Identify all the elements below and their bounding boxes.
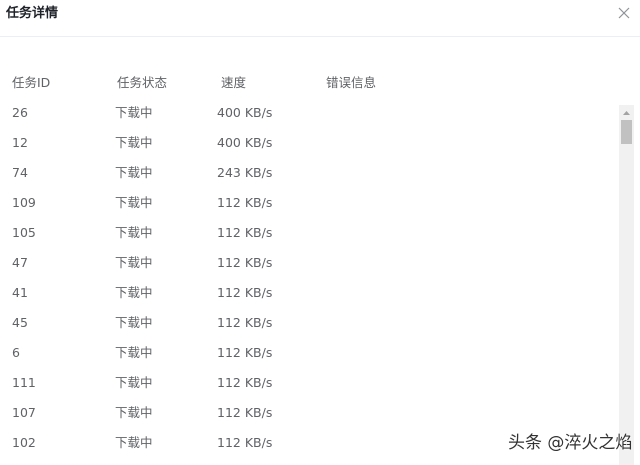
speed-cell: 112 KB/s — [217, 285, 273, 300]
vertical-scrollbar[interactable] — [619, 105, 634, 465]
watermark: 头条 @淬火之焰 — [508, 433, 633, 453]
task-id-cell: 111 — [12, 375, 36, 390]
task-status-cell: 下载中 — [115, 435, 153, 450]
column-header-speed: 速度 — [221, 75, 247, 90]
scroll-up-button[interactable] — [619, 105, 634, 119]
task-id-cell: 47 — [12, 255, 28, 270]
table-row[interactable]: 41 下载中 112 KB/s — [0, 278, 610, 308]
speed-cell: 112 KB/s — [217, 195, 273, 210]
column-header-task-id: 任务ID — [12, 75, 51, 90]
task-id-cell: 45 — [12, 315, 28, 330]
table-row[interactable]: 47 下载中 112 KB/s — [0, 248, 610, 278]
task-id-cell: 74 — [12, 165, 28, 180]
column-header-task-status: 任务状态 — [117, 75, 168, 90]
close-button[interactable] — [617, 6, 631, 20]
table-row[interactable]: 105 下载中 112 KB/s — [0, 218, 610, 248]
speed-cell: 112 KB/s — [217, 375, 273, 390]
scroll-up-arrow-icon — [623, 111, 630, 115]
speed-cell: 400 KB/s — [217, 105, 273, 120]
task-status-cell: 下载中 — [115, 165, 153, 180]
speed-cell: 112 KB/s — [217, 405, 273, 420]
table-row[interactable]: 111 下载中 112 KB/s — [0, 368, 610, 398]
task-status-cell: 下载中 — [115, 225, 153, 240]
task-id-cell: 109 — [12, 195, 36, 210]
task-status-cell: 下载中 — [115, 375, 153, 390]
task-status-cell: 下载中 — [115, 105, 153, 120]
speed-cell: 112 KB/s — [217, 345, 273, 360]
speed-cell: 400 KB/s — [217, 135, 273, 150]
table-row[interactable]: 107 下载中 112 KB/s — [0, 398, 610, 428]
speed-cell: 112 KB/s — [217, 225, 273, 240]
table-row[interactable]: 12 下载中 400 KB/s — [0, 128, 610, 158]
dialog-header: 任务详情 — [0, 0, 640, 37]
task-status-cell: 下载中 — [115, 315, 153, 330]
task-id-cell: 26 — [12, 105, 28, 120]
task-status-cell: 下载中 — [115, 345, 153, 360]
task-id-cell: 105 — [12, 225, 36, 240]
task-detail-dialog: 任务详情 任务ID 任务状态 速度 错误信息 26 下载中 400 KB/s 12 下载… — [0, 0, 640, 465]
task-status-cell: 下载中 — [115, 195, 153, 210]
column-header-error-info: 错误信息 — [326, 75, 377, 90]
table-row[interactable]: 109 下载中 112 KB/s — [0, 188, 610, 218]
table-row[interactable]: 45 下载中 112 KB/s — [0, 308, 610, 338]
speed-cell: 243 KB/s — [217, 165, 273, 180]
table-row[interactable]: 74 下载中 243 KB/s — [0, 158, 610, 188]
scrollbar-thumb[interactable] — [621, 120, 632, 144]
speed-cell: 112 KB/s — [217, 435, 273, 450]
speed-cell: 112 KB/s — [217, 315, 273, 330]
task-id-cell: 41 — [12, 285, 28, 300]
table-row[interactable]: 6 下载中 112 KB/s — [0, 338, 610, 368]
task-status-cell: 下载中 — [115, 135, 153, 150]
close-icon — [618, 7, 630, 19]
table-row[interactable]: 26 下载中 400 KB/s — [0, 98, 610, 128]
task-id-cell: 12 — [12, 135, 28, 150]
task-id-cell: 6 — [12, 345, 20, 360]
speed-cell: 112 KB/s — [217, 255, 273, 270]
dialog-title: 任务详情 — [6, 6, 59, 21]
task-id-cell: 107 — [12, 405, 36, 420]
table-header: 任务ID 任务状态 速度 错误信息 — [0, 74, 640, 92]
task-status-cell: 下载中 — [115, 405, 153, 420]
table-body[interactable]: 26 下载中 400 KB/s 12 下载中 400 KB/s 74 下载中 243 KB/s 1… — [0, 98, 640, 465]
task-status-cell: 下载中 — [115, 255, 153, 270]
task-id-cell: 102 — [12, 435, 36, 450]
task-status-cell: 下载中 — [115, 285, 153, 300]
